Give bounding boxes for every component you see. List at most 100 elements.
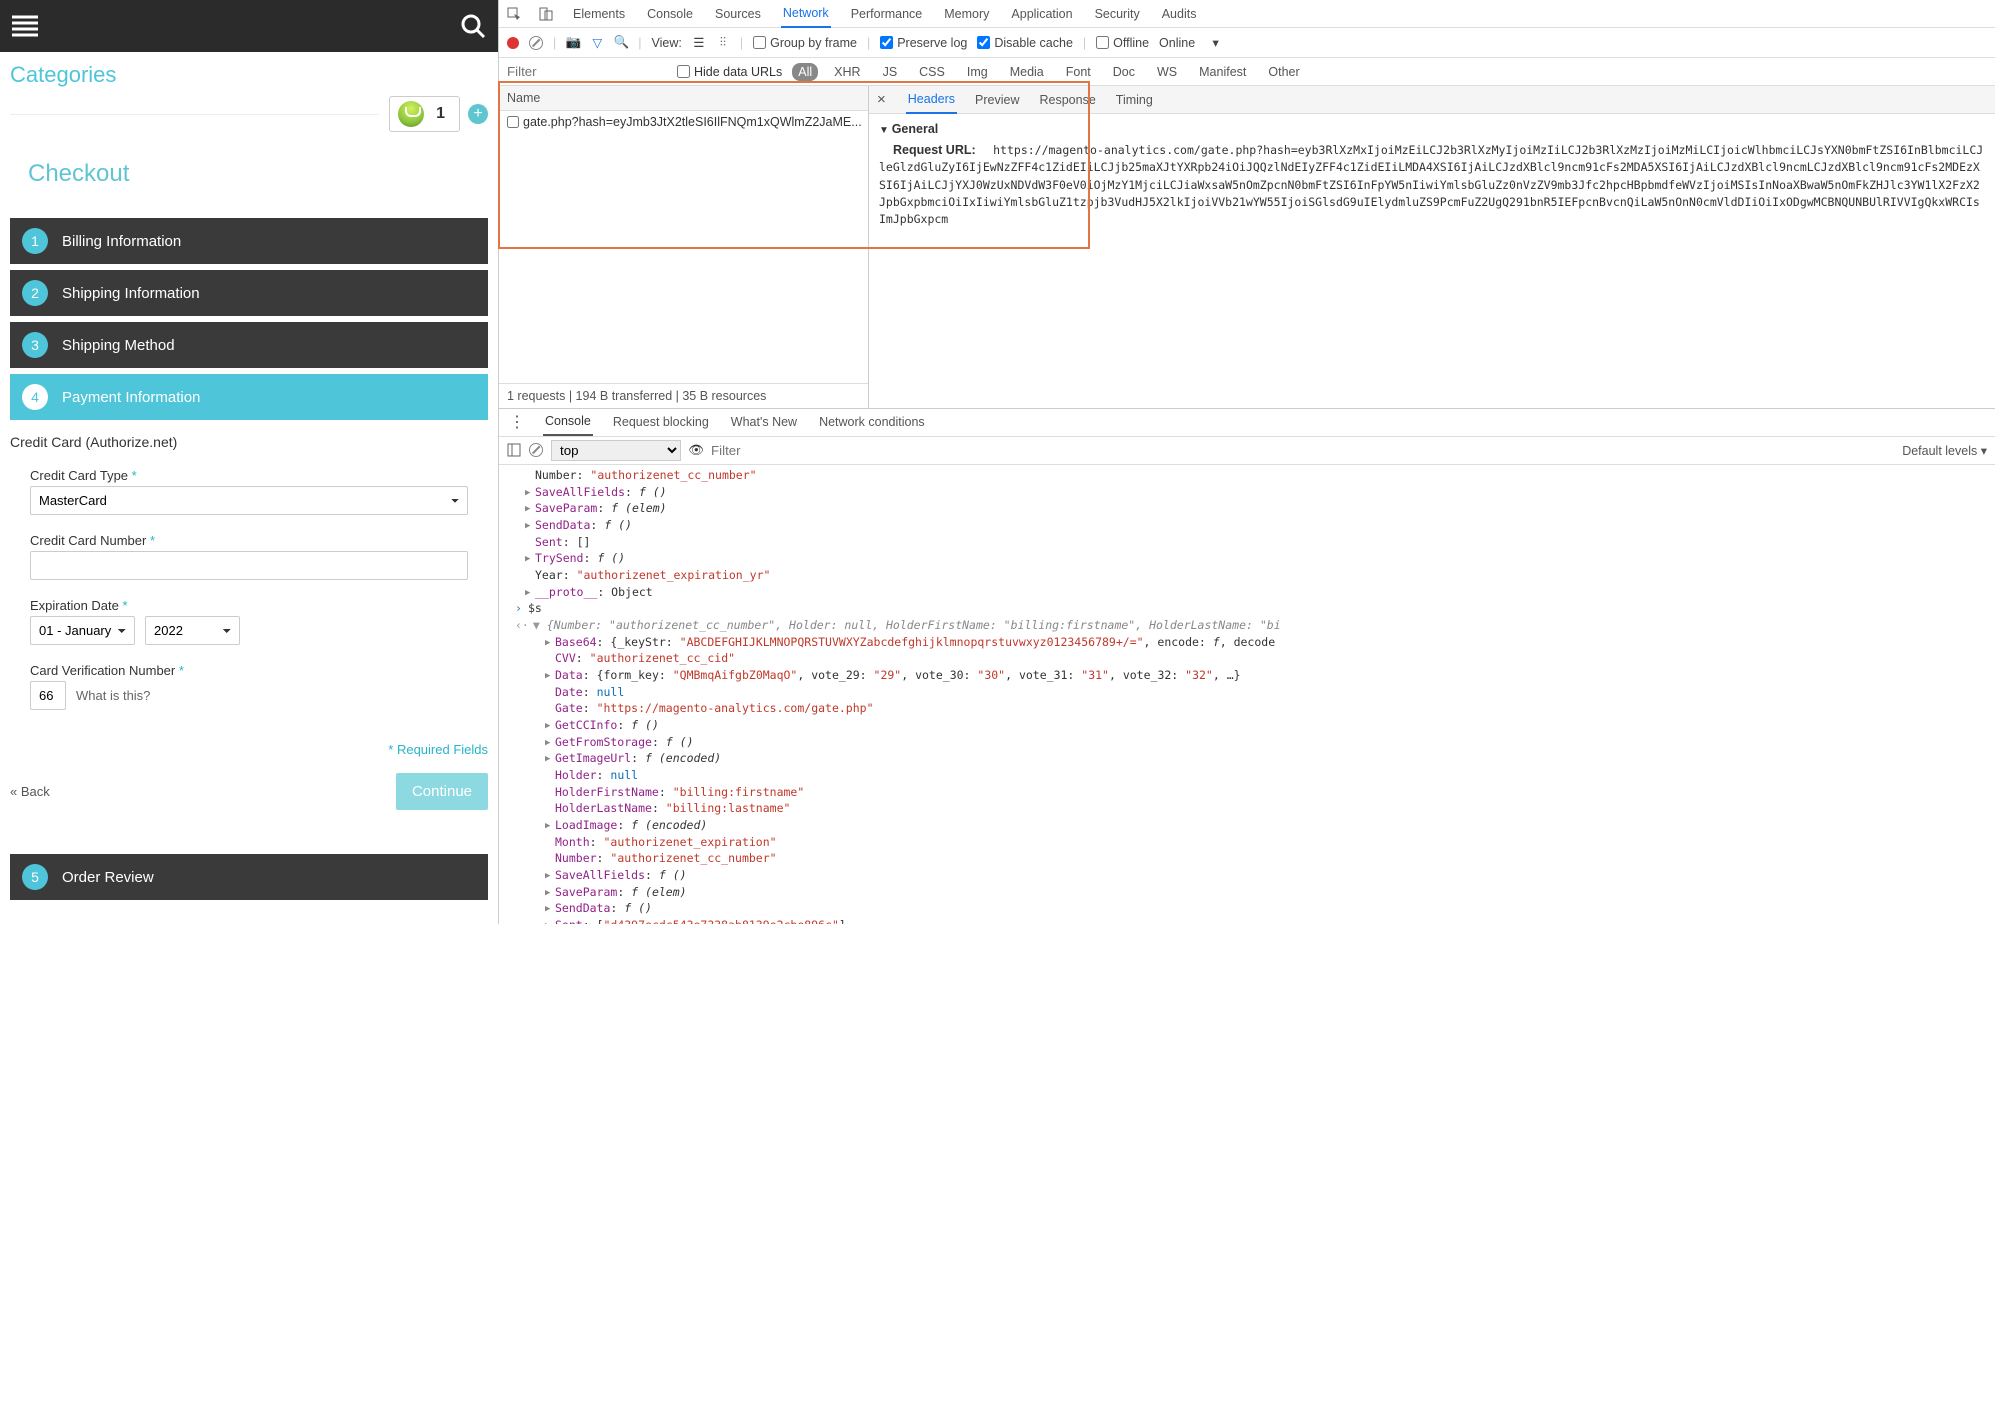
console-clear-icon[interactable] — [529, 443, 543, 457]
drawer-menu-icon[interactable]: ⋮ — [509, 412, 525, 432]
drawer-tab-console[interactable]: Console — [543, 408, 593, 436]
pill-js[interactable]: JS — [877, 63, 904, 81]
search-icon[interactable] — [460, 13, 486, 39]
console-output[interactable]: Number: "authorizenet_cc_number" ▶SaveAl… — [499, 465, 1995, 924]
tab-application[interactable]: Application — [1009, 1, 1074, 27]
cart-icon — [398, 101, 424, 127]
cvv-help-link[interactable]: What is this? — [76, 688, 150, 703]
view-large-icon[interactable]: ⫶⫶ — [716, 36, 730, 50]
log-levels[interactable]: Default levels ▾ — [1902, 443, 1987, 458]
categories-label[interactable]: Categories — [0, 52, 498, 88]
required-note: * Required Fields — [0, 738, 498, 767]
console-context[interactable]: top — [551, 440, 681, 461]
throttle-select[interactable]: Online ▾ — [1159, 35, 1219, 50]
detail-tabs: × Headers Preview Response Timing — [869, 86, 1995, 114]
console-filter[interactable] — [711, 443, 1894, 458]
request-url: https://magento-analytics.com/gate.php?h… — [879, 143, 1983, 226]
step-payment[interactable]: 4Payment Information — [10, 374, 488, 420]
checkout-page: Categories 1 + Checkout 1Billing Informa… — [0, 0, 499, 924]
devtools-panel: Elements Console Sources Network Perform… — [499, 0, 1995, 924]
pill-ws[interactable]: WS — [1151, 63, 1183, 81]
step-method[interactable]: 3Shipping Method — [10, 322, 488, 368]
view-list-icon[interactable]: ☰ — [692, 36, 706, 50]
tab-memory[interactable]: Memory — [942, 1, 991, 27]
tab-preview[interactable]: Preview — [973, 87, 1021, 113]
request-detail: × Headers Preview Response Timing Genera… — [869, 86, 1995, 408]
headers-general: General Request URL: https://magento-ana… — [869, 114, 1995, 236]
network-toolbar: | 📷 ▽ 🔍 | View: ☰ ⫶⫶ | Group by frame | … — [499, 28, 1995, 58]
cart-row: 1 + — [0, 88, 498, 140]
tab-console[interactable]: Console — [645, 1, 695, 27]
tab-headers[interactable]: Headers — [906, 86, 957, 114]
devtools-drawer: ⋮ Console Request blocking What's New Ne… — [499, 408, 1995, 924]
cc-exp-label: Expiration Date * — [30, 598, 468, 613]
cc-method-title: Credit Card (Authorize.net) — [10, 434, 488, 450]
back-link[interactable]: « Back — [10, 784, 50, 799]
step-billing[interactable]: 1Billing Information — [10, 218, 488, 264]
inspect-icon[interactable] — [507, 7, 521, 21]
pill-all[interactable]: All — [792, 63, 818, 81]
eye-icon[interactable]: 👁 — [689, 443, 703, 457]
hide-urls-checkbox[interactable]: Hide data URLs — [677, 65, 782, 79]
console-sidebar-icon[interactable] — [507, 443, 521, 457]
tab-sources[interactable]: Sources — [713, 1, 763, 27]
pill-xhr[interactable]: XHR — [828, 63, 866, 81]
tab-timing[interactable]: Timing — [1114, 87, 1155, 113]
page-title: Checkout — [0, 140, 498, 218]
cc-type-label: Credit Card Type * — [30, 468, 468, 483]
pill-doc[interactable]: Doc — [1107, 63, 1141, 81]
filter-icon[interactable]: ▽ — [590, 36, 604, 50]
site-topbar — [0, 0, 498, 52]
camera-icon[interactable]: 📷 — [566, 36, 580, 50]
tab-network[interactable]: Network — [781, 0, 831, 28]
pill-font[interactable]: Font — [1060, 63, 1097, 81]
tab-performance[interactable]: Performance — [849, 1, 925, 27]
tab-response[interactable]: Response — [1037, 87, 1097, 113]
console-toolbar: top 👁 Default levels ▾ — [499, 437, 1995, 465]
tab-security[interactable]: Security — [1093, 1, 1142, 27]
request-list: Name gate.php?hash=eyJmb3JtX2tleSI6IlFNQ… — [499, 86, 869, 408]
network-filter-row: Hide data URLs All XHR JS CSS Img Media … — [499, 58, 1995, 86]
cc-cvv-input[interactable] — [30, 681, 66, 710]
cc-exp-month[interactable]: 01 - January — [30, 616, 135, 645]
offline-checkbox[interactable]: Offline — [1096, 36, 1149, 50]
drawer-tab-whatsnew[interactable]: What's New — [729, 409, 799, 435]
request-row[interactable]: gate.php?hash=eyJmb3JtX2tleSI6IlFNQm1xQW… — [499, 111, 868, 133]
pill-manifest[interactable]: Manifest — [1193, 63, 1252, 81]
pill-media[interactable]: Media — [1004, 63, 1050, 81]
cc-type-select[interactable]: MasterCard — [30, 486, 468, 515]
filter-input[interactable] — [507, 64, 667, 79]
drawer-tab-netcond[interactable]: Network conditions — [817, 409, 927, 435]
drawer-tab-reqblock[interactable]: Request blocking — [611, 409, 711, 435]
cc-number-input[interactable] — [30, 551, 468, 580]
hamburger-icon[interactable] — [12, 15, 38, 37]
network-split: Name gate.php?hash=eyJmb3JtX2tleSI6IlFNQ… — [499, 86, 1995, 408]
search-net-icon[interactable]: 🔍 — [614, 36, 628, 50]
record-button[interactable] — [507, 37, 519, 49]
pill-css[interactable]: CSS — [913, 63, 951, 81]
pill-img[interactable]: Img — [961, 63, 994, 81]
cart-count: 1 — [436, 105, 445, 123]
tab-elements[interactable]: Elements — [571, 1, 627, 27]
payment-form: Credit Card (Authorize.net) Credit Card … — [0, 426, 498, 738]
cc-exp-year[interactable]: 2022 — [145, 616, 240, 645]
mini-cart[interactable]: 1 — [389, 96, 460, 132]
disable-cache-checkbox[interactable]: Disable cache — [977, 36, 1073, 50]
group-checkbox[interactable]: Group by frame — [753, 36, 857, 50]
continue-button[interactable]: Continue — [396, 773, 488, 810]
step-review[interactable]: 5Order Review — [10, 854, 488, 900]
pill-other[interactable]: Other — [1262, 63, 1305, 81]
general-toggle[interactable]: General — [879, 122, 1985, 136]
tab-audits[interactable]: Audits — [1160, 1, 1199, 27]
devtools-tabs: Elements Console Sources Network Perform… — [499, 0, 1995, 28]
preserve-checkbox[interactable]: Preserve log — [880, 36, 967, 50]
add-icon[interactable]: + — [468, 104, 488, 124]
step-shipping[interactable]: 2Shipping Information — [10, 270, 488, 316]
device-icon[interactable] — [539, 7, 553, 21]
close-detail-icon[interactable]: × — [877, 91, 886, 108]
reqlist-header[interactable]: Name — [499, 86, 868, 111]
cc-number-label: Credit Card Number * — [30, 533, 468, 548]
cc-cvv-label: Card Verification Number * — [30, 663, 468, 678]
clear-button[interactable] — [529, 36, 543, 50]
drawer-tabs: ⋮ Console Request blocking What's New Ne… — [499, 409, 1995, 437]
